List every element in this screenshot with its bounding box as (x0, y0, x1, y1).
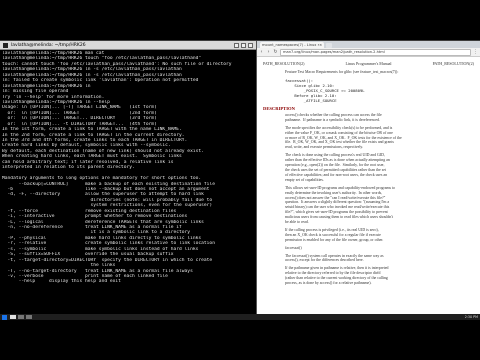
terminal-title: lavlatha@melinda: ~/tmp/HRK26 (11, 42, 86, 48)
faccessat-paragraph: The faccessat() system call operates in … (285, 253, 384, 263)
browser-window[interactable]: mount_namespaces(7) - Linux m × ‹ › ↻ ma… (257, 41, 480, 314)
forward-icon[interactable]: › (266, 49, 271, 55)
faccessat-paragraph: If the pathname given in pathname is rel… (285, 266, 389, 286)
files-taskbar-icon[interactable] (26, 315, 32, 319)
description-body: access() checks whether the calling proc… (263, 113, 474, 243)
browser-taskbar-icon[interactable] (18, 315, 24, 319)
man-page: PATH_RESOLUTION(2) Linux Programmer's Ma… (257, 57, 480, 286)
description-paragraph: This allows set-user-ID programs and cap… (285, 185, 396, 225)
screen: lavlatha@melinda: ~/tmp/HRK26 lavlathan@… (0, 0, 480, 360)
terminal-output[interactable]: lavlathan@melinda:~/tmp/HRK26 man cat lav… (0, 50, 256, 286)
description-paragraph: access() checks whether the calling proc… (285, 112, 382, 122)
description-paragraph: If the calling process is privileged (i.… (285, 227, 384, 242)
reload-icon[interactable]: ↻ (273, 49, 278, 55)
man-header: PATH_RESOLUTION(2) Linux Programmer's Ma… (263, 61, 474, 66)
minimize-icon[interactable] (234, 42, 239, 48)
feature-test-intro: Feature Test Macro Requirements for glib… (285, 70, 399, 74)
address-bar-row: ‹ › ↻ man7.org/linux/man-pages/man2/path… (257, 48, 480, 57)
man-header-mid: Linux Programmer's Manual (345, 61, 392, 66)
taskbar: 2:30 PM (0, 314, 480, 320)
synopsis-block: faccessat(): Since glibc 2.10: _POSIX_C_… (285, 78, 474, 103)
url-input[interactable]: man7.org/linux/man-pages/man2/path_resol… (280, 48, 471, 56)
faccessat-body: The faccessat() system call operates in … (263, 254, 474, 286)
terminal-icon (3, 42, 8, 48)
tab-strip: mount_namespaces(7) - Linux m × (257, 41, 480, 48)
description-paragraph: The mode specifies the accessibility che… (285, 125, 402, 150)
clock[interactable]: 2:30 PM (465, 315, 478, 319)
terminal-taskbar-icon[interactable] (10, 315, 16, 319)
man-header-left: PATH_RESOLUTION(2) (263, 61, 305, 66)
synopsis-line: _ATFILE_SOURCE (285, 97, 337, 103)
close-tab-icon[interactable]: × (319, 43, 322, 47)
close-icon[interactable] (248, 42, 253, 48)
back-icon[interactable]: ‹ (259, 49, 264, 55)
terminal-titlebar[interactable]: lavlatha@melinda: ~/tmp/HRK26 (0, 41, 256, 50)
window-controls (234, 42, 253, 48)
maximize-icon[interactable] (241, 42, 246, 48)
browser-tab[interactable]: mount_namespaces(7) - Linux m × (260, 42, 324, 48)
new-tab-button[interactable] (326, 43, 332, 48)
description-paragraph: The check is done using the calling proc… (285, 153, 390, 182)
description-heading: DESCRIPTION (263, 105, 295, 111)
terminal-window[interactable]: lavlatha@melinda: ~/tmp/HRK26 lavlathan@… (0, 41, 257, 314)
menu-icon[interactable]: ⋮ (473, 49, 478, 55)
tab-title: mount_namespaces(7) - Linux m (262, 43, 320, 47)
terminal-line: --help display this help and exit (2, 279, 121, 285)
faccessat-heading: faccessat() (285, 245, 302, 250)
start-icon[interactable] (2, 314, 7, 320)
man-header-right: PATH_RESOLUTION(2) (432, 61, 474, 66)
system-tray: 2:30 PM (465, 315, 478, 319)
